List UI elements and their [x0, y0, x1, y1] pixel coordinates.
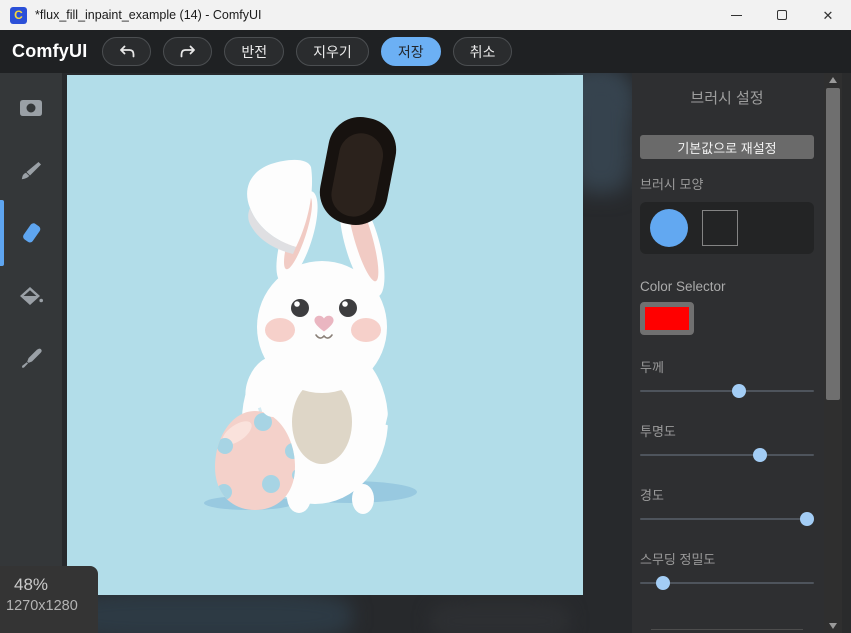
eyedropper-tool-button[interactable]	[0, 331, 62, 387]
undo-button[interactable]	[102, 37, 151, 66]
app-icon: C	[10, 7, 27, 24]
brush-settings-panel: 브러시 설정 기본값으로 재설정 브러시 모양 Color Selector 두…	[632, 73, 851, 633]
save-button[interactable]: 저장	[381, 37, 441, 66]
undo-icon	[118, 44, 136, 60]
close-button[interactable]: ✕	[805, 0, 851, 30]
redo-button[interactable]	[163, 37, 212, 66]
color-swatch-inner	[645, 307, 689, 330]
brush-shape-circle-option[interactable]	[650, 209, 688, 247]
redo-icon	[179, 44, 197, 60]
hardness-label: 경도	[640, 485, 814, 504]
mask-tool-button[interactable]	[0, 80, 62, 136]
fill-tool-button[interactable]	[0, 269, 62, 325]
brush-shape-label: 브러시 모양	[640, 174, 814, 193]
app-icon-letter: C	[14, 8, 23, 22]
clear-button[interactable]: 지우기	[296, 37, 369, 66]
brush-tool-icon	[18, 158, 44, 184]
maximize-icon	[777, 10, 787, 20]
eraser-tool-button[interactable]	[0, 205, 62, 261]
invert-button[interactable]: 반전	[224, 37, 284, 66]
scrollbar-thumb[interactable]	[826, 88, 840, 400]
opacity-slider[interactable]	[640, 448, 814, 462]
canvas-image	[67, 75, 583, 595]
cancel-button[interactable]: 취소	[453, 37, 513, 66]
smoothing-precision-slider-handle[interactable]	[656, 576, 670, 590]
thickness-slider-handle[interactable]	[732, 384, 746, 398]
panel-edge	[842, 73, 851, 633]
smoothing-precision-slider[interactable]	[640, 576, 814, 590]
color-selector-label: Color Selector	[640, 279, 814, 294]
close-icon: ✕	[823, 9, 834, 22]
toolbar: ComfyUI 반전 지우기 저장 취소	[0, 30, 851, 73]
panel-title: 브러시 설정	[640, 87, 814, 108]
thickness-slider[interactable]	[640, 384, 814, 398]
brush-tool-button[interactable]	[0, 143, 62, 199]
mask-editor-canvas[interactable]	[67, 75, 583, 595]
eraser-tool-icon	[17, 219, 45, 247]
slider-track	[640, 390, 814, 392]
scroll-down-button[interactable]	[824, 619, 842, 633]
window-title: *flux_fill_inpaint_example (14) - ComfyU…	[35, 8, 261, 22]
opacity-label: 투명도	[640, 421, 814, 440]
minimize-button[interactable]	[713, 0, 759, 30]
slider-track	[640, 518, 814, 520]
app-logo: ComfyUI	[12, 41, 87, 62]
opacity-slider-handle[interactable]	[753, 448, 767, 462]
smoothing-precision-label: 스무딩 정밀도	[640, 549, 814, 568]
minimize-icon	[731, 15, 742, 16]
reset-defaults-button[interactable]: 기본값으로 재설정	[640, 135, 814, 159]
mask-tool-icon	[18, 97, 44, 119]
scroll-down-icon	[829, 623, 837, 629]
slider-track	[640, 454, 814, 456]
maximize-button[interactable]	[759, 0, 805, 30]
color-swatch[interactable]	[640, 302, 694, 335]
window-controls: ✕	[713, 0, 851, 30]
brush-shape-selector	[640, 202, 814, 254]
fill-tool-icon	[17, 284, 45, 310]
titlebar: C *flux_fill_inpaint_example (14) - Comf…	[0, 0, 851, 30]
scroll-up-button[interactable]	[824, 73, 842, 87]
thickness-label: 두께	[640, 357, 814, 376]
tool-sidebar	[0, 73, 62, 633]
hardness-slider[interactable]	[640, 512, 814, 526]
brush-shape-square-option[interactable]	[702, 210, 738, 246]
scroll-up-icon	[829, 77, 837, 83]
eyedropper-tool-icon	[18, 346, 44, 372]
section-divider	[651, 629, 803, 630]
image-resolution: 1270x1280	[6, 598, 78, 614]
hardness-slider-handle[interactable]	[800, 512, 814, 526]
panel-scrollbar[interactable]	[824, 73, 842, 633]
zoom-level: 48%	[14, 575, 48, 595]
